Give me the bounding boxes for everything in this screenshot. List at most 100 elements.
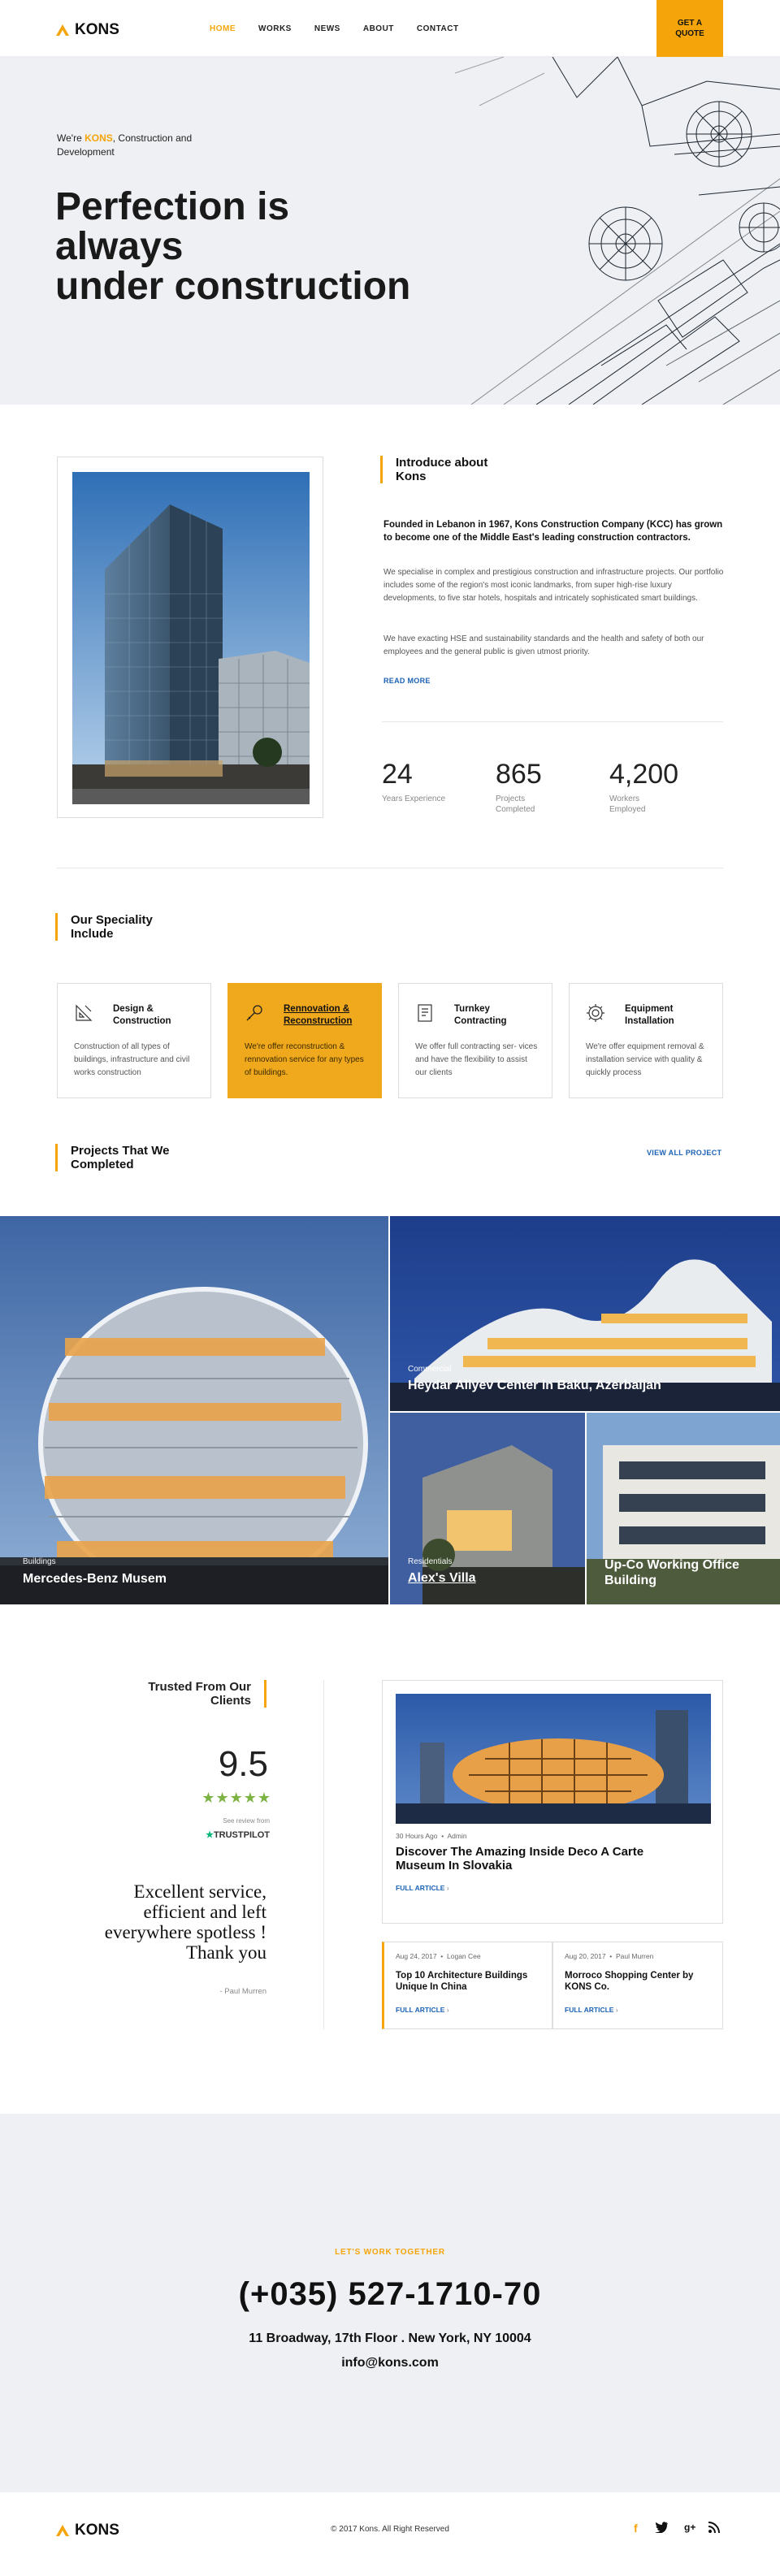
divider [323, 1680, 324, 2029]
contact-tagline: LET'S WORK TOGETHER [335, 2248, 445, 2257]
full-article-label: FULL ARTICLE [396, 2006, 445, 2014]
service-title-line: Contracting [454, 1016, 507, 1026]
testimonial-quote: Excellent service, efficient and left ev… [104, 1881, 266, 1963]
trustpilot-logo[interactable]: ★TRUSTPILOT [182, 1829, 270, 1840]
read-more-link[interactable]: READ MORE [384, 677, 431, 685]
intro-paragraph: We have exacting HSE and sustainability … [384, 634, 704, 656]
blog-meta: 30 Hours Ago • Admin [396, 1832, 467, 1840]
full-article-label: FULL ARTICLE [396, 1884, 445, 1892]
google-plus-icon[interactable]: g+ [684, 2522, 696, 2533]
stat-label: Years Experience [382, 794, 446, 803]
nav-about[interactable]: ABOUT [363, 24, 394, 33]
service-desc: Construction of all types of buildings, … [74, 1042, 190, 1077]
rss-icon[interactable] [708, 2522, 720, 2535]
service-title-line: Construction [113, 1016, 171, 1026]
contact-email[interactable]: info@kons.com [0, 2356, 780, 2370]
view-all-projects-link[interactable]: VIEW ALL PROJECT [647, 1149, 722, 1157]
blog-date: Aug 24, 2017 [396, 1952, 437, 1960]
trustpilot-label: TRUSTPILOT [213, 1830, 270, 1840]
main-nav: HOME WORKS NEWS ABOUT CONTACT [210, 24, 459, 33]
stat-label: Workers Employed [609, 794, 646, 814]
intro-heading: Introduce about Kons [380, 456, 488, 483]
nav-home[interactable]: HOME [210, 24, 236, 33]
project-tile[interactable]: Up-Co Working Office Building [587, 1413, 780, 1604]
service-title-line: Turnkey [454, 1004, 490, 1014]
intro-heading-line: Introduce about [396, 456, 488, 470]
stat-label: Projects Completed [496, 794, 535, 814]
chevron-right-icon: › [446, 2006, 449, 2014]
project-tile[interactable]: Buildings Mercedes-Benz Musem [0, 1216, 388, 1604]
blog-author: Admin [447, 1832, 467, 1840]
service-desc: We're offer reconstruction & rennovation… [245, 1042, 364, 1077]
nav-news[interactable]: NEWS [314, 24, 340, 33]
service-card[interactable]: Design & Construction Construction of all… [57, 983, 211, 1098]
document-icon [418, 1004, 432, 1022]
rating-score: 9.5 [218, 1744, 268, 1784]
projects-heading-line: Completed [71, 1158, 134, 1171]
blog-meta: Aug 24, 2017 • Logan Cee [396, 1952, 481, 1960]
blog-title[interactable]: Morroco Shopping Center by KONS Co. [565, 1970, 715, 1993]
project-category: Residentials [408, 1557, 453, 1566]
hero-sub-prefix: We're [57, 132, 85, 144]
specialty-heading-line: Include [71, 927, 114, 941]
testimonial-author: - Paul Murren [219, 1987, 266, 1996]
nav-contact[interactable]: CONTACT [417, 24, 459, 33]
full-article-link[interactable]: FULL ARTICLE › [565, 2006, 618, 2014]
project-tile[interactable]: Commercial Heydar Aliyev Center in Baku,… [390, 1216, 780, 1411]
stat-years: 24 Years Experience [382, 759, 447, 804]
full-article-link[interactable]: FULL ARTICLE › [396, 2006, 449, 2014]
trustpilot-star-icon: ★ [206, 1830, 214, 1840]
get-quote-button[interactable]: GET A QUOTE [656, 0, 723, 57]
nav-works[interactable]: WORKS [258, 24, 292, 33]
hero-title-line: under construction [55, 265, 411, 308]
blog-image [396, 1694, 711, 1824]
full-article-link[interactable]: FULL ARTICLE › [396, 1884, 449, 1892]
service-title-line: Reconstruction [284, 1016, 353, 1026]
service-title: Equipment Installation [625, 1003, 674, 1028]
project-title: Up-Co Working Office Building [604, 1558, 739, 1587]
projects-heading-line: Projects That We [71, 1144, 170, 1158]
rss-feed-icon [708, 2522, 720, 2534]
stat-projects: 865 Projects Completed [496, 759, 561, 815]
stat-value: 4,200 [609, 759, 679, 790]
project-image [0, 1216, 388, 1604]
building-photo [72, 472, 310, 804]
blog-time: 30 Hours Ago [396, 1832, 438, 1840]
logo[interactable]: KONS [55, 21, 119, 39]
service-card[interactable]: Turnkey Contracting We offer full contrac… [398, 983, 552, 1098]
service-title-line: Equipment [625, 1004, 674, 1014]
blog-title[interactable]: Discover The Amazing Inside Deco A Carte… [396, 1845, 688, 1872]
contact-address: 11 Broadway, 17th Floor . New York, NY 1… [249, 2331, 531, 2345]
stat-value: 24 [382, 759, 413, 790]
blog-card-featured[interactable]: 30 Hours Ago • Admin Discover The Amazin… [382, 1680, 723, 1924]
service-title: Rennovation & Reconstruction [284, 1003, 352, 1028]
service-title: Turnkey Contracting [454, 1003, 507, 1028]
hero-subtitle: We're KONS, Construction and Development [57, 132, 236, 159]
get-quote-label: GET A QUOTE [675, 19, 704, 38]
blog-title[interactable]: Top 10 Architecture Buildings Unique In … [396, 1970, 542, 1993]
service-desc: We offer full contracting ser- vices and… [415, 1042, 538, 1077]
rating-stars: ★★★★★ [202, 1790, 271, 1806]
project-category: Buildings [23, 1557, 56, 1566]
service-title-line: Installation [625, 1016, 674, 1026]
intro-heading-line: Kons [396, 470, 427, 483]
service-card[interactable]: Equipment Installation We're offer equipm… [569, 983, 723, 1098]
blog-card[interactable]: Aug 24, 2017 • Logan Cee Top 10 Architec… [382, 1942, 552, 2029]
project-tile[interactable]: Residentials Alex's Villa [390, 1413, 585, 1604]
contact-phone[interactable]: (+035) 527-1710-70 [0, 2276, 780, 2313]
service-title: Design & Construction [113, 1003, 171, 1028]
hero-sub-brand: KONS [84, 132, 113, 144]
twitter-icon[interactable] [655, 2522, 668, 2535]
intro-paragraph: We specialise in complex and prestigious… [384, 568, 724, 603]
see-review-label: See review from [223, 1817, 270, 1825]
project-category: Commercial [408, 1365, 452, 1374]
logo-text: KONS [75, 21, 119, 38]
service-card[interactable]: Rennovation & Reconstruction We're offer … [228, 983, 382, 1098]
service-desc: We're offer equipment removal & installa… [586, 1042, 704, 1077]
twitter-bird-icon [655, 2522, 668, 2534]
divider [382, 721, 723, 722]
blog-card[interactable]: Aug 20, 2017 • Paul Murren Morroco Shopp… [552, 1942, 723, 2029]
hero-section: We're KONS, Construction and Development… [0, 57, 780, 405]
facebook-icon[interactable]: f [634, 2522, 638, 2535]
project-title: Heydar Aliyev Center in Baku, Azerbaijan [408, 1379, 661, 1392]
